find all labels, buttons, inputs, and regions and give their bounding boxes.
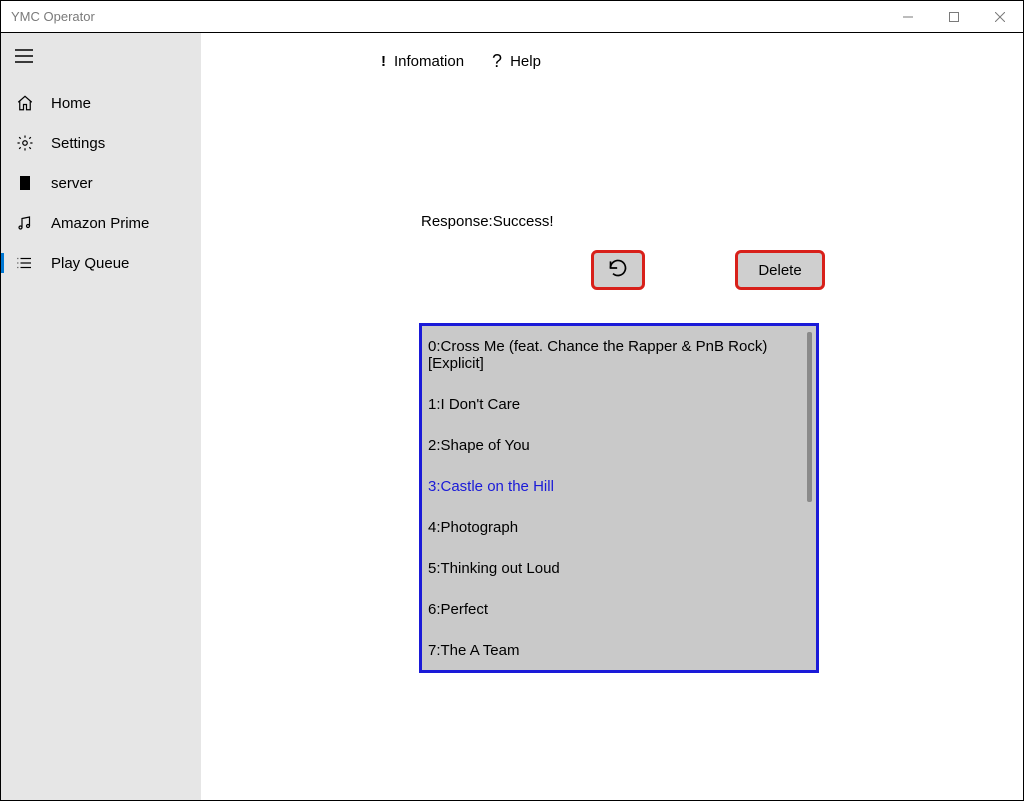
- queue-item-selected[interactable]: 3:Castle on the Hill: [428, 478, 810, 495]
- music-icon: [15, 213, 35, 233]
- sidebar-item-server[interactable]: server: [1, 163, 201, 203]
- list-icon: [15, 253, 35, 273]
- app-body: Home Settings server: [1, 33, 1023, 800]
- home-icon: [15, 93, 35, 113]
- response-text: Response:Success!: [421, 213, 825, 230]
- hamburger-button[interactable]: [1, 39, 201, 73]
- queue-list: 0:Cross Me (feat. Chance the Rapper & Pn…: [419, 323, 819, 673]
- delete-button[interactable]: Delete: [735, 250, 825, 290]
- queue-item[interactable]: 1:I Don't Care: [428, 396, 810, 413]
- nav-list: Home Settings server: [1, 83, 201, 283]
- queue-item[interactable]: 6:Perfect: [428, 601, 810, 618]
- sidebar-item-label: Play Queue: [51, 255, 129, 272]
- queue-item[interactable]: 5:Thinking out Loud: [428, 560, 810, 577]
- action-row: Delete: [591, 250, 825, 290]
- topbar: ! Infomation ? Help: [381, 33, 1023, 72]
- help-button[interactable]: ? Help: [492, 51, 541, 72]
- queue-list-inner: 0:Cross Me (feat. Chance the Rapper & Pn…: [422, 326, 816, 673]
- sidebar-item-label: server: [51, 175, 93, 192]
- queue-item[interactable]: 2:Shape of You: [428, 437, 810, 454]
- app-window: YMC Operator: [0, 0, 1024, 801]
- server-icon: [15, 173, 35, 193]
- main-panel: ! Infomation ? Help Response:Success!: [201, 33, 1023, 800]
- sidebar-item-settings[interactable]: Settings: [1, 123, 201, 163]
- delete-label: Delete: [758, 262, 801, 279]
- refresh-icon: [608, 258, 628, 282]
- info-icon: !: [381, 53, 386, 70]
- sidebar-item-amazon-prime[interactable]: Amazon Prime: [1, 203, 201, 243]
- content-area: Response:Success! Delete: [421, 213, 825, 290]
- gear-icon: [15, 133, 35, 153]
- window-controls: [885, 1, 1023, 32]
- scrollbar[interactable]: [807, 332, 812, 502]
- help-label: Help: [510, 53, 541, 70]
- information-button[interactable]: ! Infomation: [381, 53, 464, 70]
- window-title: YMC Operator: [11, 9, 95, 24]
- help-icon: ?: [492, 51, 502, 72]
- titlebar: YMC Operator: [1, 1, 1023, 33]
- sidebar-item-label: Amazon Prime: [51, 215, 149, 232]
- sidebar-item-label: Home: [51, 95, 91, 112]
- minimize-button[interactable]: [885, 1, 931, 32]
- refresh-button[interactable]: [591, 250, 645, 290]
- queue-item[interactable]: 7:The A Team: [428, 642, 810, 659]
- sidebar-item-label: Settings: [51, 135, 105, 152]
- information-label: Infomation: [394, 53, 464, 70]
- close-button[interactable]: [977, 1, 1023, 32]
- sidebar-item-home[interactable]: Home: [1, 83, 201, 123]
- maximize-button[interactable]: [931, 1, 977, 32]
- sidebar: Home Settings server: [1, 33, 201, 800]
- sidebar-item-play-queue[interactable]: Play Queue: [1, 243, 201, 283]
- queue-item[interactable]: 0:Cross Me (feat. Chance the Rapper & Pn…: [428, 338, 810, 372]
- queue-item[interactable]: 4:Photograph: [428, 519, 810, 536]
